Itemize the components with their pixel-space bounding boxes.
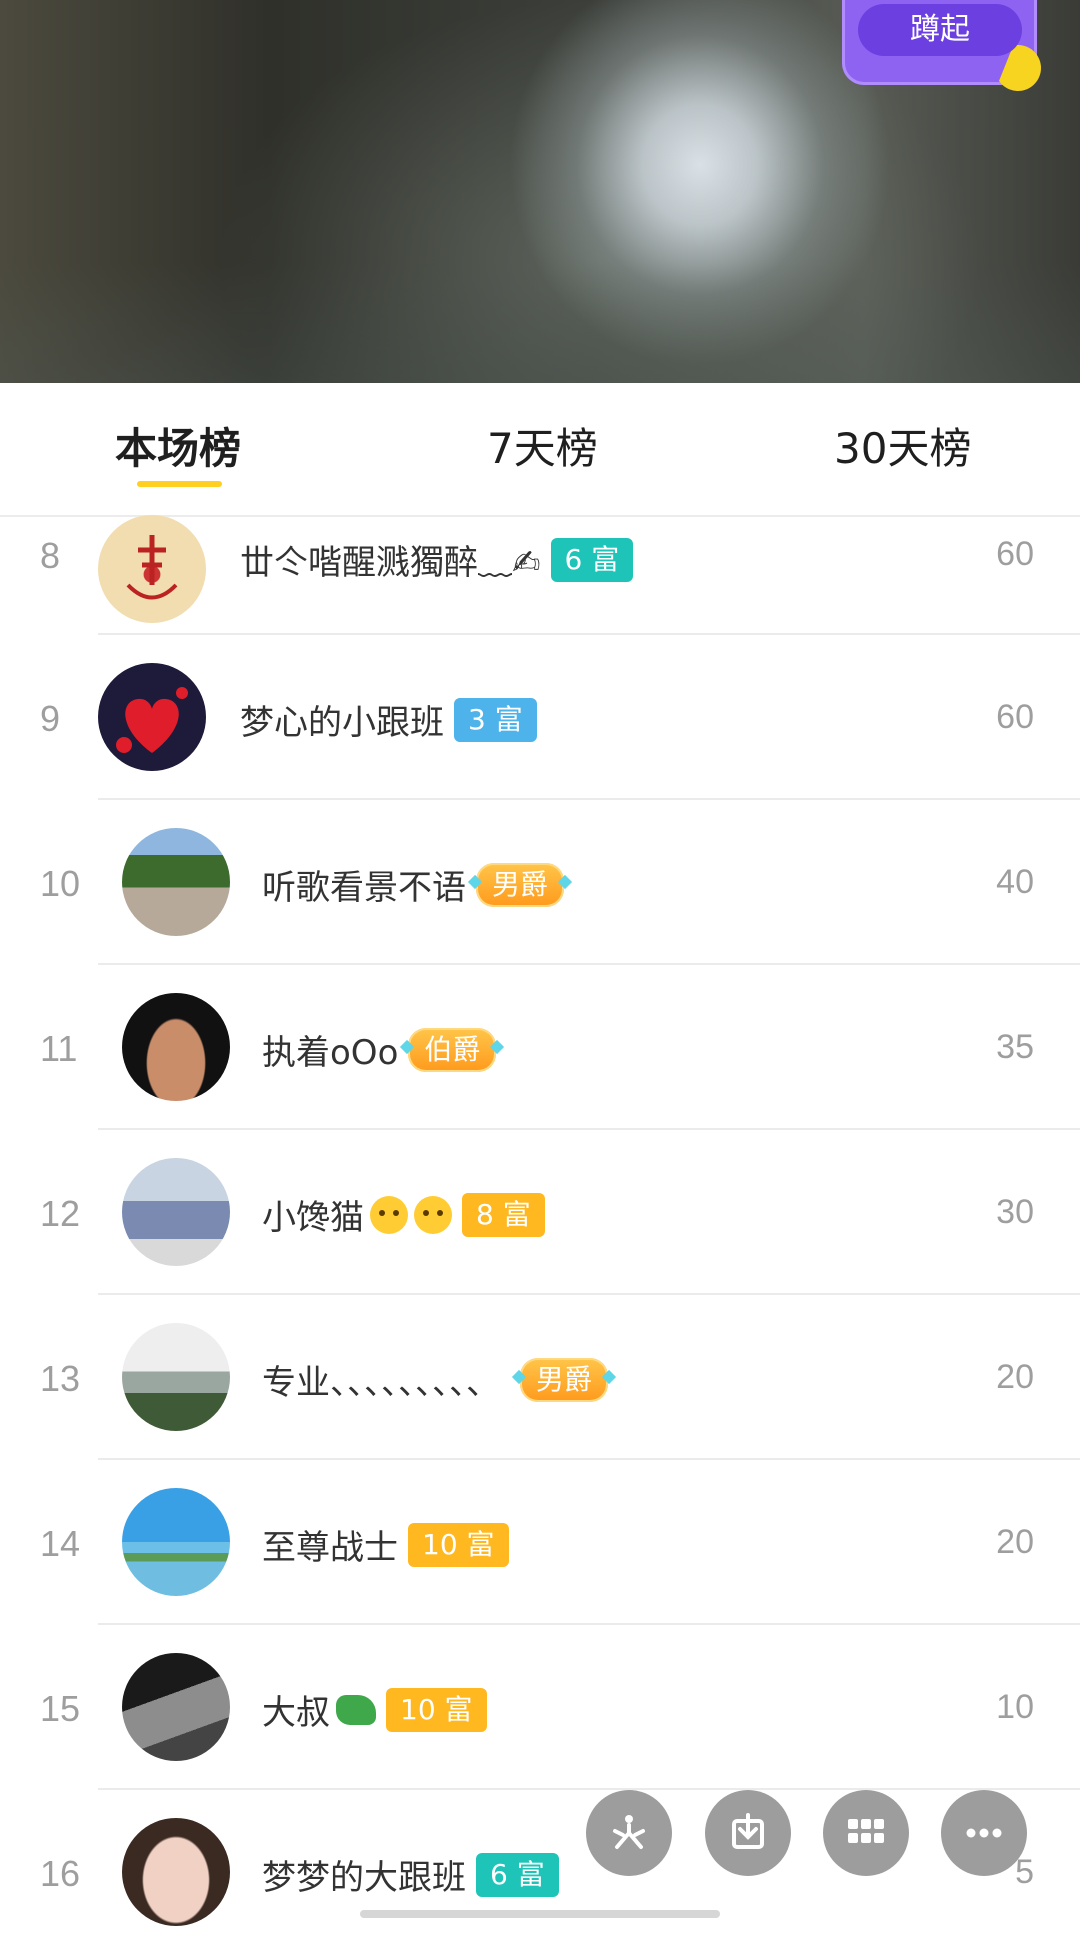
squat-button[interactable]: 蹲起: [858, 4, 1022, 56]
wealth-badge: 8 富: [462, 1192, 545, 1237]
rank-number: 9: [40, 698, 61, 739]
tab-30-days[interactable]: 30天榜: [834, 415, 971, 476]
user-name-row: 小馋猫 8 富: [262, 1190, 545, 1239]
download-icon: [732, 1813, 764, 1849]
user-name: 听歌看景不语: [262, 868, 466, 908]
grid-menu-button[interactable]: [823, 1790, 909, 1876]
list-item[interactable]: 14 至尊战士 10 富 20: [0, 1460, 1080, 1625]
score-value: 20: [996, 1358, 1034, 1396]
list-item[interactable]: 9 梦心的小跟班 3 富 60: [0, 635, 1080, 800]
avatar[interactable]: [122, 993, 230, 1101]
rank-number: 16: [40, 1853, 81, 1894]
noble-rank-badge: 伯爵: [408, 1027, 497, 1072]
rank-number: 13: [40, 1358, 81, 1399]
list-item[interactable]: 13 专业、、、、、、、、、 男爵 20: [0, 1295, 1080, 1460]
list-item[interactable]: 15 大叔 10 富 10: [0, 1625, 1080, 1790]
avatar[interactable]: [122, 828, 230, 936]
avatar[interactable]: [98, 663, 206, 771]
dragon-emoji-icon: [336, 1694, 376, 1725]
wealth-badge: 6 富: [550, 537, 634, 582]
avatar[interactable]: [98, 515, 206, 623]
score-value: 35: [996, 1028, 1034, 1066]
noble-rank-badge: 男爵: [476, 862, 565, 907]
squat-widget[interactable]: 蹲起: [842, 0, 1041, 91]
avatar[interactable]: [122, 1323, 230, 1431]
cat-emoji-icon: [370, 1195, 408, 1234]
rank-number: 10: [40, 863, 81, 904]
user-name-row: 听歌看景不语 男爵: [262, 860, 565, 909]
user-name: 专业、、、、、、、、、: [262, 1363, 500, 1403]
score-value: 60: [996, 535, 1034, 573]
list-item[interactable]: 12 小馋猫 8 富 30: [0, 1130, 1080, 1295]
avatar[interactable]: [122, 1653, 230, 1761]
user-name: 执着oOo: [262, 1033, 399, 1073]
user-name: 梦心的小跟班: [240, 703, 444, 743]
user-name-row: 专业、、、、、、、、、 男爵: [262, 1355, 609, 1404]
user-name-row: 梦心的小跟班 3 富: [240, 695, 537, 744]
grid-icon: [848, 1819, 884, 1843]
wealth-badge: 6 富: [476, 1852, 559, 1897]
noble-rank-badge: 男爵: [520, 1357, 609, 1402]
tab-this-session[interactable]: 本场榜: [115, 415, 241, 476]
download-button[interactable]: [705, 1790, 791, 1876]
user-name: 至尊战士: [262, 1528, 398, 1568]
leaderboard-list: 8 丗仒喈醒溅獨醉﹏✍ 6 富 60 9 梦心的小跟班 3 富 60 10 听歌…: [0, 515, 1080, 1955]
heart-icon: [116, 687, 188, 753]
home-indicator[interactable]: [360, 1910, 720, 1918]
list-item[interactable]: 8 丗仒喈醒溅獨醉﹏✍ 6 富 60: [0, 515, 1080, 635]
avatar-seal-image: [126, 535, 178, 600]
user-name-row: 大叔 10 富: [262, 1685, 487, 1734]
user-name: 梦梦的大跟班: [262, 1858, 466, 1898]
user-name: 丗仒喈醒溅獨醉﹏✍: [240, 543, 541, 583]
user-name-row: 执着oOo 伯爵: [262, 1025, 497, 1074]
score-value: 60: [996, 698, 1034, 736]
user-name-row: 丗仒喈醒溅獨醉﹏✍ 6 富: [240, 535, 634, 584]
rank-number: 14: [40, 1523, 81, 1564]
rank-number: 12: [40, 1193, 81, 1234]
share-button[interactable]: [586, 1790, 672, 1876]
list-item[interactable]: 10 听歌看景不语 男爵 40: [0, 800, 1080, 965]
user-name-row: 至尊战士 10 富: [262, 1520, 509, 1569]
more-icon: [966, 1828, 1002, 1838]
avatar[interactable]: [122, 1818, 230, 1926]
score-value: 20: [996, 1523, 1034, 1561]
list-item[interactable]: 16 梦梦的大跟班 6 富 5: [0, 1790, 1080, 1955]
score-value: 40: [996, 863, 1034, 901]
user-name-row: 梦梦的大跟班 6 富: [262, 1850, 559, 1899]
cat-emoji-icon: [414, 1195, 452, 1234]
rank-number: 8: [40, 535, 61, 576]
score-value: 30: [996, 1193, 1034, 1231]
more-button[interactable]: [941, 1790, 1027, 1876]
share-icon: [613, 1815, 645, 1849]
wealth-badge: 3 富: [454, 697, 537, 742]
list-item[interactable]: 11 执着oOo 伯爵 35: [0, 965, 1080, 1130]
avatar[interactable]: [122, 1488, 230, 1596]
rank-number: 11: [40, 1028, 78, 1069]
user-name: 大叔: [262, 1693, 330, 1733]
ranking-tabs: 本场榜 7天榜 30天榜: [0, 383, 1080, 517]
rank-number: 15: [40, 1688, 81, 1729]
wealth-badge: 10 富: [408, 1522, 509, 1567]
score-value: 10: [996, 1688, 1034, 1726]
user-name: 小馋猫: [262, 1198, 364, 1238]
avatar[interactable]: [122, 1158, 230, 1266]
wealth-badge: 10 富: [386, 1687, 487, 1732]
active-tab-indicator: [137, 481, 222, 487]
tab-7-days[interactable]: 7天榜: [487, 415, 598, 476]
